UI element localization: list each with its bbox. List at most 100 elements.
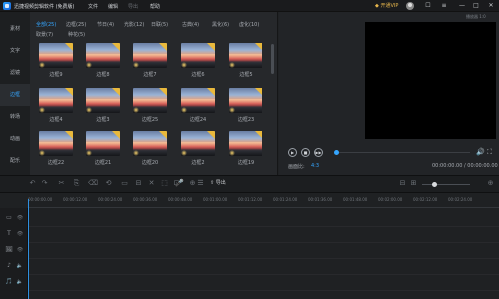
speaker-icon[interactable]: 🔈	[16, 278, 24, 286]
play-button[interactable]: ▶	[288, 148, 297, 157]
visibility-icon[interactable]: 👁	[16, 214, 24, 222]
filter-tab[interactable]: 节日(4)	[97, 21, 114, 28]
stop-button[interactable]: ■	[301, 148, 310, 157]
video-track-icon: ▭	[6, 214, 12, 221]
border-thumbnail[interactable]	[86, 43, 120, 68]
border-thumbnail-label: 边框21	[94, 160, 112, 166]
timeline-ruler[interactable]: 00:00:00.00 00:00:12.00 00:00:24.00 00:00:3…	[28, 197, 499, 207]
skin-icon[interactable]: ☐	[424, 2, 432, 10]
menu-icon[interactable]: ≡	[440, 2, 448, 10]
avatar[interactable]	[406, 2, 414, 10]
redo-icon[interactable]: ↷	[40, 179, 49, 188]
menu-help[interactable]: 帮助	[150, 3, 160, 10]
delete-icon[interactable]: ⌫	[88, 179, 98, 188]
border-thumbnail[interactable]	[133, 43, 167, 68]
flare-decoration	[133, 150, 139, 156]
flare-decoration	[181, 107, 187, 113]
minimize-icon[interactable]: —	[458, 2, 466, 10]
filter-tab[interactable]: 种花(5)	[68, 31, 85, 38]
filter-tab[interactable]: 古典(4)	[182, 21, 199, 28]
maximize-icon[interactable]: □	[472, 2, 480, 10]
border-thumbnail[interactable]	[39, 131, 73, 156]
ruler-tick-label: 00:00:12.00	[63, 197, 88, 202]
border-thumbnail[interactable]	[133, 131, 167, 156]
more-icon[interactable]: ☰	[196, 179, 205, 188]
border-thumbnail[interactable]	[229, 43, 262, 68]
sidebar-item[interactable]: 素材	[0, 18, 30, 40]
close-icon[interactable]: ✕	[487, 2, 495, 10]
filter-tab[interactable]: 边框(25)	[66, 21, 86, 28]
ruler-tick-label: 00:00:00.00	[28, 197, 53, 202]
ruler-tick-label: 00:00:36.00	[133, 197, 158, 202]
border-thumbnail[interactable]	[86, 88, 120, 113]
visibility-icon[interactable]: 👁	[16, 230, 24, 238]
sidebar-item[interactable]: 边框	[0, 84, 30, 106]
playhead[interactable]	[28, 199, 29, 299]
flare-decoration	[86, 107, 92, 113]
rotate-icon[interactable]: ⟲	[104, 179, 113, 188]
undo-icon[interactable]: ↶	[28, 179, 37, 188]
border-thumbnail-label: 边框3	[96, 117, 110, 123]
zoom-fit-icon[interactable]: ⊟	[398, 179, 407, 188]
mosaic-icon[interactable]: ⬚	[160, 179, 169, 188]
menu-file[interactable]: 文件	[88, 3, 98, 10]
filter-tab[interactable]: 全部(25)	[36, 21, 56, 28]
audio-track-icon: ♪	[7, 262, 11, 269]
visibility-icon[interactable]: 👁	[16, 246, 24, 254]
border-thumbnail[interactable]	[229, 131, 262, 156]
microphone-icon[interactable]: 🎤	[175, 179, 184, 188]
volume-icon[interactable]: 🔊	[476, 148, 485, 156]
sidebar-item[interactable]: 转场	[0, 106, 30, 128]
border-thumbnail[interactable]	[181, 131, 215, 156]
track-divider	[28, 274, 499, 275]
export-label: 导出	[215, 180, 226, 186]
download-badge-icon	[159, 43, 167, 51]
border-thumbnail[interactable]	[39, 88, 73, 113]
border-thumbnail[interactable]	[86, 131, 120, 156]
sidebar-item[interactable]: 动画	[0, 128, 30, 150]
filter-tab[interactable]: 虚化(10)	[239, 21, 259, 28]
filter-tab[interactable]: 日联(5)	[151, 21, 168, 28]
sidebar-item[interactable]: 配乐	[0, 150, 30, 172]
grid-scrollbar[interactable]	[271, 44, 274, 74]
filter-tab[interactable]: 光影(12)	[124, 21, 144, 28]
filter-tab[interactable]: 取景(7)	[36, 31, 53, 38]
zoom-slider[interactable]	[422, 184, 470, 185]
flare-decoration	[133, 107, 139, 113]
ruler-tick-label: 00:02:24.00	[448, 197, 473, 202]
flare-decoration	[229, 62, 235, 68]
speaker-icon[interactable]: 🔈	[16, 262, 24, 270]
border-thumbnail[interactable]	[133, 88, 167, 113]
sidebar-item[interactable]: 滤镜	[0, 62, 30, 84]
zoom-slider-handle[interactable]	[432, 182, 437, 187]
copy-icon[interactable]: ⎘	[72, 179, 81, 188]
export-button[interactable]: ⇪ 导出	[207, 178, 229, 188]
progress-handle[interactable]	[334, 150, 339, 155]
border-thumbnail[interactable]	[181, 88, 215, 113]
cut-icon[interactable]: ✂	[57, 179, 66, 188]
progress-track[interactable]	[336, 152, 470, 153]
border-thumbnail[interactable]	[39, 43, 73, 68]
zoom-box-icon[interactable]: ⊞	[409, 179, 418, 188]
sidebar-item[interactable]: 文字	[0, 40, 30, 62]
border-thumbnail-label: 边框25	[141, 117, 159, 123]
border-thumbnail[interactable]	[181, 43, 215, 68]
border-thumbnail[interactable]	[229, 88, 262, 113]
mute-icon[interactable]: ✕	[147, 179, 156, 188]
border-thumbnail-label: 边框20	[141, 160, 159, 166]
vip-button[interactable]: ◆ 开通VIP	[372, 2, 401, 10]
flare-decoration	[86, 150, 92, 156]
filter-tab[interactable]: 黑化(6)	[212, 21, 229, 28]
flare-decoration	[181, 62, 187, 68]
ruler-tick-label: 00:01:48.00	[343, 197, 368, 202]
crop-icon[interactable]: ▭	[120, 179, 129, 188]
menu-export[interactable]: 导出	[128, 3, 138, 10]
ruler-tick-label: 00:00:24.00	[98, 197, 123, 202]
menu-edit[interactable]: 编辑	[108, 3, 118, 10]
split-icon[interactable]: ⊟	[134, 179, 143, 188]
ruler-line	[28, 207, 499, 208]
zoom-in-icon[interactable]: ⊕	[486, 179, 495, 188]
fullscreen-icon[interactable]: ⛶	[487, 148, 492, 157]
aspect-ratio-select[interactable]: 4:3	[311, 163, 319, 169]
next-frame-button[interactable]: ▶▶	[314, 148, 323, 157]
